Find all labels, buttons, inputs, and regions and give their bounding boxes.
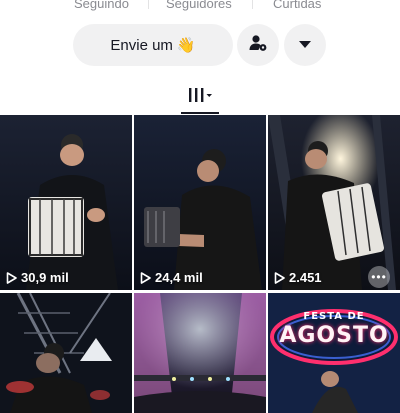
video-thumbnail[interactable]: 2.451 ••• [268, 115, 400, 290]
play-icon [274, 271, 285, 284]
banner-top-text: FESTA DE [303, 311, 365, 322]
wave-icon: 👋 [176, 37, 196, 54]
followers-label[interactable]: Seguidores [166, 0, 232, 11]
profile-tabs [0, 82, 400, 114]
tab-videos[interactable] [181, 84, 219, 110]
video-thumbnail-image [134, 115, 266, 290]
view-count: 2.451 [274, 270, 322, 285]
play-icon [140, 271, 151, 284]
video-thumbnail-image [0, 293, 132, 413]
video-thumbnail[interactable]: 24,4 mil [134, 115, 266, 290]
view-count-label: 2.451 [289, 270, 322, 285]
active-tab-indicator [181, 112, 219, 114]
video-thumbnail-image [134, 293, 266, 413]
video-grid: 30,9 mil 24,4 mil 2.451 ••• FESTA DE AGO… [0, 115, 400, 413]
profile-stats: Seguindo Seguidores Curtidas [0, 0, 400, 14]
profile-actions: Envie um 👋 [0, 24, 400, 66]
video-thumbnail[interactable] [0, 293, 132, 413]
view-count-label: 30,9 mil [21, 270, 69, 285]
grid-videos-icon [186, 85, 214, 110]
divider [252, 0, 253, 9]
person-gear-icon [248, 33, 268, 58]
more-options-button[interactable] [284, 24, 326, 66]
divider [148, 0, 149, 9]
view-count: 30,9 mil [6, 270, 69, 285]
banner-main-text: AGOSTO [279, 323, 389, 348]
message-button[interactable]: Envie um 👋 [73, 24, 233, 66]
more-dots-icon[interactable]: ••• [368, 266, 390, 288]
video-thumbnail[interactable]: FESTA DE AGOSTO [268, 293, 400, 413]
likes-label[interactable]: Curtidas [273, 0, 321, 11]
following-label[interactable]: Seguindo [74, 0, 129, 11]
message-button-label: Envie um [110, 36, 173, 54]
view-count: 24,4 mil [140, 270, 203, 285]
play-icon [6, 271, 17, 284]
video-thumbnail[interactable]: 30,9 mil [0, 115, 132, 290]
video-thumbnail-image [0, 115, 132, 290]
add-friend-button[interactable] [237, 24, 279, 66]
video-thumbnail-image [268, 115, 400, 290]
video-thumbnail[interactable] [134, 293, 266, 413]
caret-down-icon [299, 36, 311, 54]
view-count-label: 24,4 mil [155, 270, 203, 285]
